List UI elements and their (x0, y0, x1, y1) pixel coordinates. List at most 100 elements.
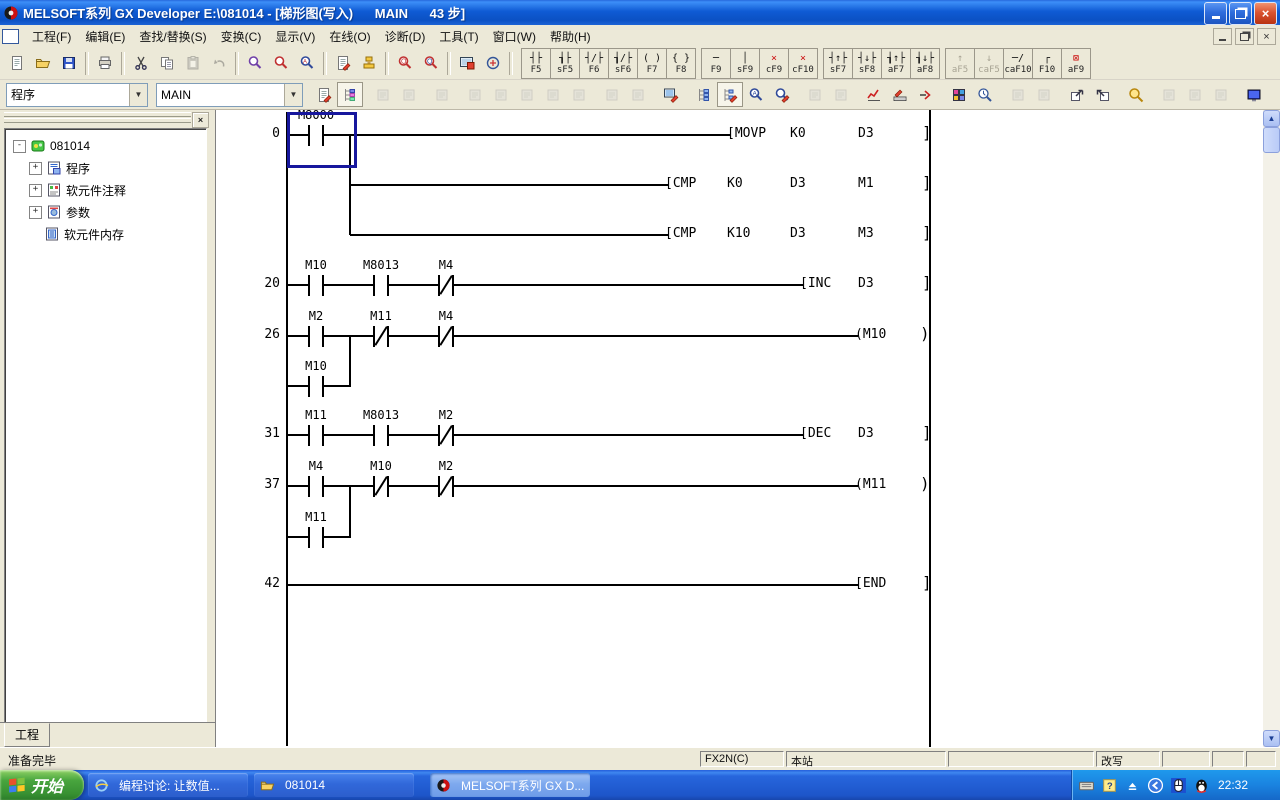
coil-button[interactable]: ( )F7 (637, 48, 667, 79)
trace-button[interactable] (861, 82, 887, 107)
full-screen-button[interactable] (1241, 82, 1267, 107)
scroll-up-button[interactable]: ▲ (1263, 110, 1280, 127)
project-data-list-button[interactable] (454, 51, 480, 76)
child-restore-button[interactable] (1235, 28, 1254, 45)
vertical-line-button[interactable]: │sF9 (730, 48, 760, 79)
monitor-write-button[interactable] (658, 82, 684, 107)
tree-item-3[interactable]: 软元件内存 (29, 225, 124, 243)
tree-item-0[interactable]: +程序 (29, 159, 90, 177)
open-contact-button[interactable]: ┤├F5 (521, 48, 551, 79)
tree-item-2[interactable]: +参数 (29, 203, 90, 221)
falling-pulse-button[interactable]: ┤↓├sF8 (852, 48, 882, 79)
sampling-trace-button[interactable] (887, 82, 913, 107)
key-help-button[interactable] (480, 51, 506, 76)
circleleft-tray-icon[interactable] (1147, 777, 1164, 794)
copy-button[interactable] (154, 51, 180, 76)
ie-task[interactable]: 编程讨论: 让数值... (88, 773, 248, 797)
find-device-2-button[interactable]: A (743, 82, 769, 107)
keyboard-tray-icon[interactable] (1078, 777, 1095, 794)
tree-expander-icon[interactable]: + (29, 162, 42, 175)
uparrow-tray-icon[interactable] (1124, 777, 1141, 794)
skip-execution-button[interactable] (913, 82, 939, 107)
menu-item-6[interactable]: 诊断(D) (378, 25, 433, 48)
data-type-combo[interactable]: 程序▼ (6, 83, 148, 107)
tab-project[interactable]: 工程 (4, 723, 50, 747)
melsoft-task[interactable]: MELSOFT系列 GX D... (430, 773, 590, 797)
ladder-editor[interactable]: 0[MOVPK0D3]M8000[CMPK0D3M1][CMPK10D3M3]2… (215, 110, 1280, 747)
panel-close-icon[interactable]: × (192, 112, 209, 128)
find-string-button[interactable]: A (294, 51, 320, 76)
rising-pulse-button[interactable]: ┤↑├sF7 (823, 48, 853, 79)
application-instruction-button[interactable]: { }F8 (666, 48, 696, 79)
child-close-button[interactable]: × (1257, 28, 1276, 45)
delete-block-button[interactable]: ⊠aF9 (1061, 48, 1091, 79)
menu-item-0[interactable]: 工程(F) (25, 25, 78, 48)
start-button[interactable]: 开始 (0, 770, 84, 800)
menu-item-3[interactable]: 变换(C) (214, 25, 269, 48)
help-tray-icon[interactable]: ? (1101, 777, 1118, 794)
rising-pulse-branch-button[interactable]: ┧↑├aF7 (881, 48, 911, 79)
menu-item-7[interactable]: 工具(T) (432, 25, 485, 48)
close-button[interactable]: × (1254, 2, 1277, 25)
comment-display-button[interactable] (691, 82, 717, 107)
mouse-tray-icon[interactable] (1170, 777, 1187, 794)
open-project-button[interactable] (30, 51, 56, 76)
instruction-operand: D3 (790, 176, 806, 191)
screen-setting-button[interactable] (311, 82, 337, 107)
find-device-button[interactable] (268, 51, 294, 76)
dropdown-arrow-icon[interactable]: ▼ (284, 84, 302, 106)
scrollbar-thumb[interactable] (1263, 127, 1280, 153)
dropdown-arrow-icon[interactable]: ▼ (129, 84, 147, 106)
menu-item-9[interactable]: 帮助(H) (543, 25, 598, 48)
horizontal-line-button[interactable]: ─F9 (701, 48, 731, 79)
tree-root-project[interactable]: -081014 (13, 137, 90, 155)
falling-pulse-branch-button[interactable]: ┧↓├aF8 (910, 48, 940, 79)
restore-button[interactable] (1229, 2, 1252, 25)
vertical-scrollbar[interactable]: ▲ ▼ (1263, 110, 1280, 747)
cut-button[interactable] (128, 51, 154, 76)
time-chart-button[interactable] (972, 82, 998, 107)
tree-expander-icon[interactable]: - (13, 140, 26, 153)
menu-item-5[interactable]: 在线(O) (322, 25, 377, 48)
tree-expander-icon[interactable]: + (29, 206, 42, 219)
line-branch-button[interactable]: ┌F10 (1032, 48, 1062, 79)
print-button[interactable] (92, 51, 118, 76)
tree-expander-icon[interactable]: + (29, 184, 42, 197)
invert-result-button[interactable]: ─/caF10 (1003, 48, 1033, 79)
find-instruction-button[interactable] (769, 82, 795, 107)
statement-edit-button[interactable] (356, 51, 382, 76)
statement-display-button[interactable] (717, 82, 743, 107)
minimize-button[interactable] (1204, 2, 1227, 25)
program-name-combo[interactable]: MAIN▼ (156, 83, 303, 107)
delete-vertical-button[interactable]: ×cF10 (788, 48, 818, 79)
panel-grip[interactable] (4, 112, 191, 117)
device-comment-edit-button[interactable] (330, 51, 356, 76)
open-window-button[interactable] (1064, 82, 1090, 107)
qq-tray-icon[interactable] (1193, 777, 1210, 794)
edit-cursor[interactable] (287, 112, 357, 168)
ie-icon (94, 778, 114, 793)
menu-item-8[interactable]: 窗口(W) (486, 25, 543, 48)
contact-bar (387, 476, 389, 497)
scroll-down-button[interactable]: ▼ (1263, 730, 1280, 747)
block-color-button[interactable] (946, 82, 972, 107)
folder-task[interactable]: 081014 (254, 773, 414, 797)
closed-contact-button[interactable]: ┤/├F6 (579, 48, 609, 79)
child-minimize-button[interactable] (1213, 28, 1232, 45)
delete-horizontal-button[interactable]: ×cF9 (759, 48, 789, 79)
closed-branch-button[interactable]: ┧/├sF6 (608, 48, 638, 79)
open-branch-button[interactable]: ┧├sF5 (550, 48, 580, 79)
ladder-symbol-view-button[interactable] (337, 82, 363, 107)
menu-item-1[interactable]: 编辑(E) (78, 25, 132, 48)
menu-item-4[interactable]: 显示(V) (268, 25, 322, 48)
open-window-2-button[interactable] (1090, 82, 1116, 107)
device-test-button[interactable]: Q (392, 51, 418, 76)
find-button[interactable] (242, 51, 268, 76)
menu-item-2[interactable]: 查找/替换(S) (132, 25, 213, 48)
new-project-button[interactable] (4, 51, 30, 76)
device-batch-button[interactable]: Q (418, 51, 444, 76)
child-window-icon[interactable] (2, 29, 19, 44)
tree-item-1[interactable]: +软元件注释 (29, 181, 126, 199)
save-project-button[interactable] (56, 51, 82, 76)
zoom-monitor-button[interactable] (1123, 82, 1149, 107)
